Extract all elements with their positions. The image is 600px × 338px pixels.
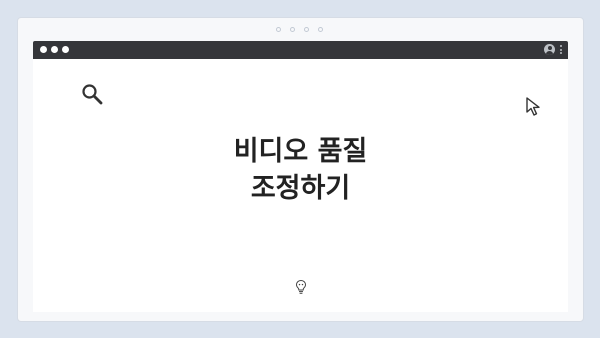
minimize-button[interactable] [51,46,58,53]
page-title: 비디오 품질 조정하기 [33,133,568,207]
title-line-2: 조정하기 [250,173,351,204]
frame-pagination-dots [276,27,323,32]
cursor-icon [526,97,540,116]
search-icon [82,84,103,105]
browser-titlebar [33,41,568,59]
close-button[interactable] [40,46,47,53]
window-controls [40,46,69,53]
lightbulb-icon [295,279,307,294]
title-line-1: 비디오 품질 [233,136,368,167]
maximize-button[interactable] [62,46,69,53]
content-area: 비디오 품질 조정하기 [33,59,568,312]
kebab-menu-icon[interactable] [560,45,562,54]
pagination-dot [318,27,323,32]
titlebar-actions [544,44,562,55]
pagination-dot [276,27,281,32]
profile-icon[interactable] [544,44,555,55]
pagination-dot [290,27,295,32]
pagination-dot [304,27,309,32]
